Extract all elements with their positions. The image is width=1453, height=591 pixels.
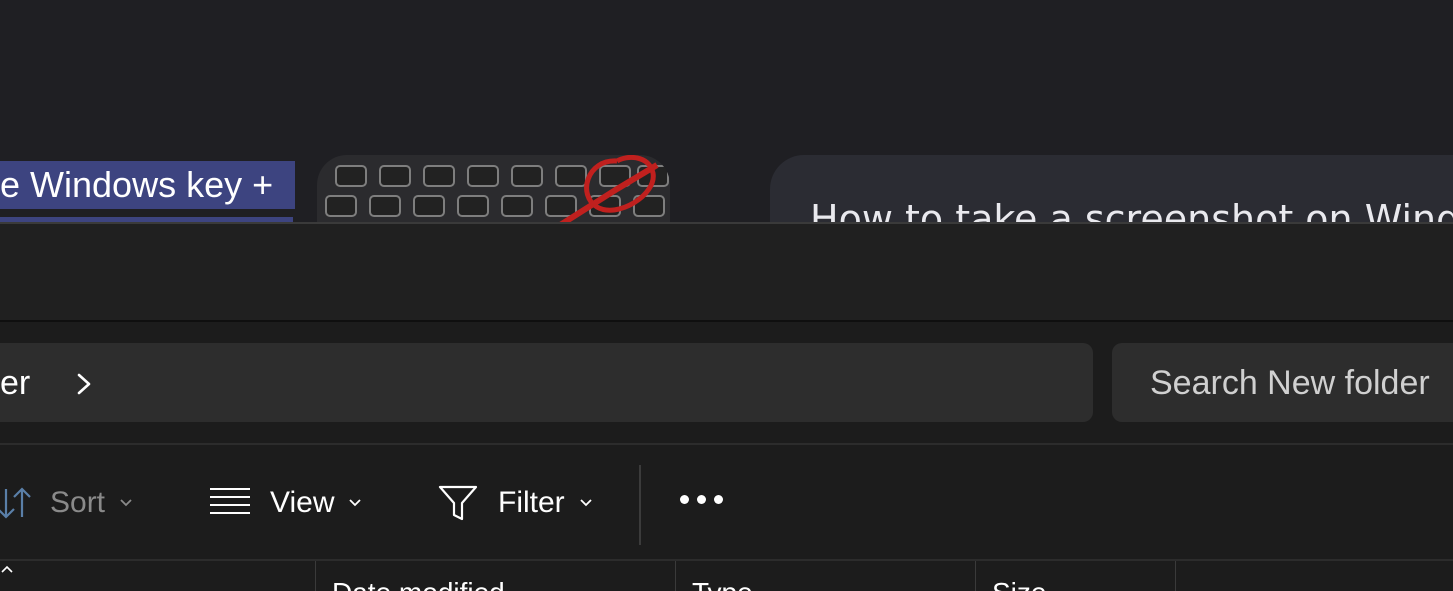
sort-ascending-icon	[1, 565, 13, 573]
filter-label: Filter	[498, 486, 565, 519]
column-header-name[interactable]	[0, 561, 316, 591]
card-heading: How to take a screenshot on Windows	[810, 197, 1453, 224]
highlighted-text-label: e Windows key +	[0, 164, 274, 205]
command-bar: Sort View Filter	[0, 445, 1453, 559]
column-header-label: Date modified	[332, 577, 505, 591]
more-dot	[697, 495, 706, 504]
search-input[interactable]: Search New folder	[1112, 343, 1453, 422]
sort-icon	[0, 487, 31, 519]
more-dot	[714, 495, 723, 504]
more-dot	[680, 495, 689, 504]
column-header-type[interactable]: Type	[676, 561, 976, 591]
filter-funnel-icon	[438, 485, 478, 521]
keyboard-thumbnail-image[interactable]	[317, 155, 670, 224]
column-header-row: Date modified Type Size	[0, 561, 1453, 591]
chevron-down-icon	[580, 499, 592, 507]
column-header-date-modified[interactable]: Date modified	[316, 561, 676, 591]
file-explorer-window: er Search New folder Sort View Filter	[0, 222, 1453, 591]
breadcrumb-item[interactable]: er	[0, 364, 30, 403]
view-list-icon	[210, 488, 250, 514]
chevron-down-icon	[120, 499, 132, 507]
column-header-label: Type	[692, 577, 753, 591]
view-label: View	[270, 486, 335, 519]
address-row: er Search New folder	[0, 322, 1453, 443]
view-button[interactable]: View	[210, 481, 362, 525]
highlighted-article-text[interactable]: e Windows key +	[0, 161, 295, 209]
address-bar[interactable]: er	[0, 343, 1093, 422]
background-webpage: e Windows key + How to take a screenshot…	[0, 0, 1453, 224]
column-header-size[interactable]: Size	[976, 561, 1176, 591]
filter-button[interactable]: Filter	[438, 481, 593, 525]
article-card[interactable]: How to take a screenshot on Windows	[770, 155, 1453, 224]
title-bar[interactable]	[0, 224, 1453, 320]
column-header-label: Size	[992, 577, 1046, 591]
more-options-icon[interactable]	[680, 495, 723, 504]
chevron-right-icon[interactable]	[73, 369, 95, 399]
search-placeholder: Search New folder	[1150, 364, 1430, 402]
toolbar-divider	[639, 465, 641, 545]
chevron-down-icon	[349, 499, 362, 507]
sort-button[interactable]: Sort	[0, 481, 133, 525]
red-annotation-circle-icon	[557, 155, 659, 224]
sort-label: Sort	[50, 486, 106, 519]
